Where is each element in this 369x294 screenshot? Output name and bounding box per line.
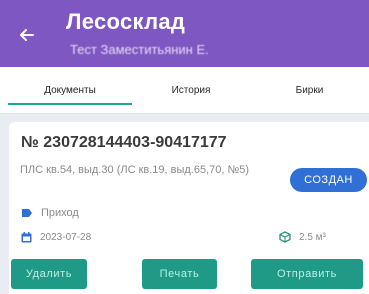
delete-button[interactable]: Удалить (11, 259, 87, 289)
calendar-icon (21, 231, 32, 242)
tab-documents[interactable]: Документы (8, 67, 132, 113)
tab-history[interactable]: История (132, 67, 250, 113)
status-badge: СОЗДАН (290, 168, 367, 192)
cube-icon (279, 231, 291, 243)
label-icon (22, 209, 32, 217)
tab-tags[interactable]: Бирки (250, 67, 369, 113)
print-button[interactable]: Печать (142, 259, 217, 289)
document-number: № 230728144403-90417177 (21, 134, 227, 151)
document-volume: 2.5 м³ (299, 231, 326, 243)
document-card[interactable]: № 230728144403-90417177 ПЛС кв.54, выд.3… (9, 122, 369, 294)
app-bar: Лесосклад Тест Заместитьянин Е. (0, 0, 369, 67)
document-type: Приход (41, 207, 79, 219)
document-address: ПЛС кв.54, выд.30 (ЛС кв.19, выд.65,70, … (20, 164, 250, 176)
arrow-left-icon (20, 29, 34, 41)
document-type-row: Приход (21, 206, 79, 220)
document-date: 2023-07-28 (40, 231, 92, 243)
send-button[interactable]: Отправить (251, 259, 363, 289)
app-subtitle: Тест Заместитьянин Е. (70, 42, 209, 57)
tab-bar: Документы История Бирки (0, 67, 369, 114)
document-volume-row: 2.5 м³ (279, 230, 326, 244)
back-button[interactable] (14, 22, 40, 48)
active-tab-indicator (8, 103, 132, 105)
document-date-row: 2023-07-28 (21, 230, 91, 244)
app-title: Лесосклад (66, 9, 186, 34)
